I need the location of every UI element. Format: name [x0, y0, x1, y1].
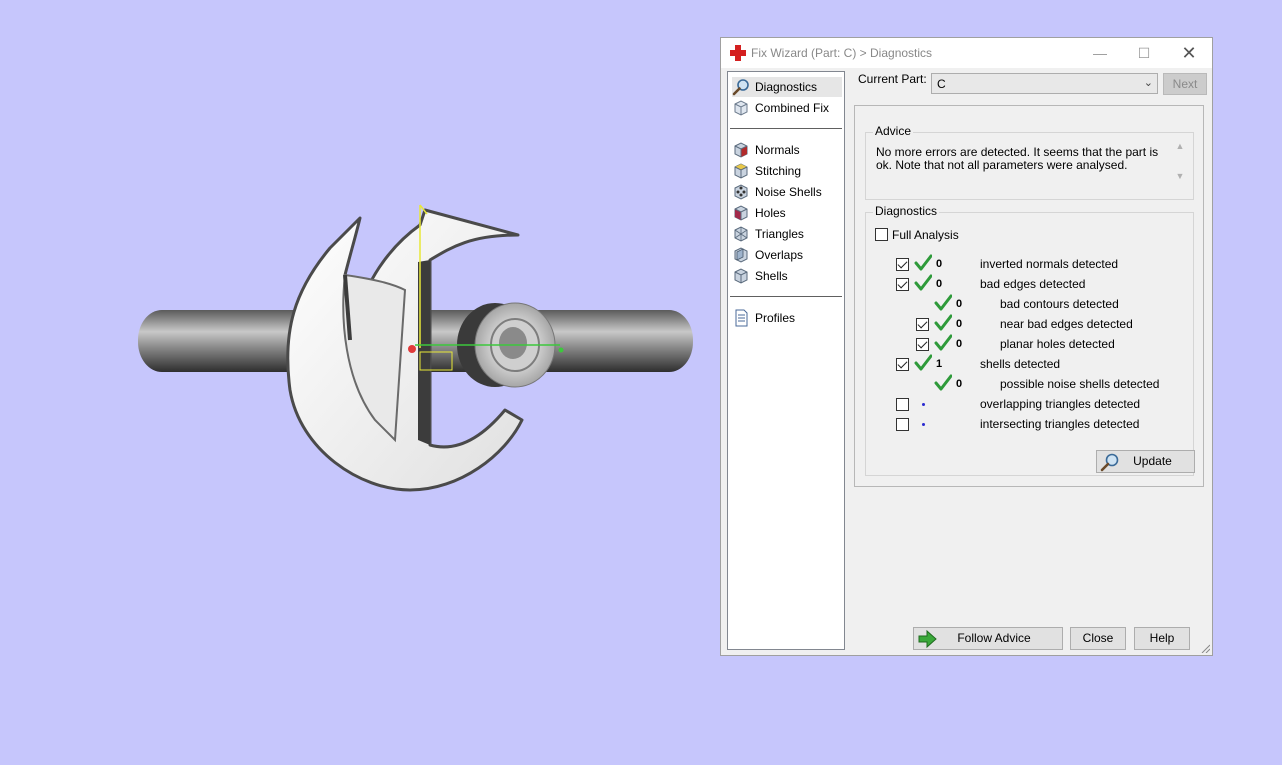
green-check-icon	[914, 354, 932, 371]
sidebar-item-triangles[interactable]: Triangles	[732, 224, 842, 244]
advice-scrollbar[interactable]: ▲ ▼	[1173, 141, 1187, 187]
close-window-button[interactable]: ✕	[1176, 42, 1202, 64]
row-label: bad contours detected	[1000, 297, 1119, 311]
follow-advice-button[interactable]: Follow Advice	[913, 627, 1063, 650]
scroll-up-icon[interactable]: ▲	[1173, 141, 1187, 151]
sidebar-item-holes[interactable]: Holes	[732, 203, 842, 223]
row-count: 0	[956, 338, 963, 350]
sidebar-item-label: Normals	[755, 143, 800, 157]
advice-group: Advice No more errors are detected. It s…	[865, 124, 1194, 200]
sidebar-item-label: Triangles	[755, 227, 804, 241]
next-button[interactable]: Next	[1163, 73, 1207, 95]
row-label: intersecting triangles detected	[980, 417, 1140, 431]
pending-dot-icon	[922, 403, 925, 406]
row-count: 0	[936, 258, 943, 270]
row-count: 0	[936, 278, 943, 290]
current-part-label: Current Part:	[858, 72, 927, 86]
magnifier-icon	[1100, 453, 1119, 472]
row-checkbox-shells[interactable]	[896, 358, 909, 371]
scroll-down-icon[interactable]: ▼	[1173, 171, 1187, 181]
magnifier-icon	[732, 79, 749, 96]
sidebar-divider	[730, 296, 842, 297]
row-count: 0	[956, 298, 963, 310]
advice-text: No more errors are detected. It seems th…	[876, 145, 1159, 172]
3d-viewport[interactable]	[0, 0, 700, 765]
sidebar-item-label: Diagnostics	[755, 80, 818, 94]
sidebar-item-stitching[interactable]: Stitching	[732, 161, 842, 181]
wizard-sidebar: Diagnostics Combined Fix Normals Stitchi…	[727, 71, 845, 650]
document-icon	[735, 309, 748, 327]
sidebar-divider	[730, 128, 842, 129]
diagnostics-title: Diagnostics	[873, 204, 940, 218]
window-title: Fix Wizard (Part: C) > Diagnostics	[751, 46, 933, 60]
advice-title: Advice	[873, 124, 914, 138]
close-button[interactable]: Close	[1070, 627, 1126, 650]
pending-dot-icon	[922, 423, 925, 426]
sidebar-item-diagnostics[interactable]: Diagnostics	[732, 77, 842, 97]
current-part-select[interactable]: C ⌄	[931, 73, 1158, 94]
sidebar-item-overlaps[interactable]: Overlaps	[732, 245, 842, 265]
sidebar-item-normals[interactable]: Normals	[732, 140, 842, 160]
row-label: overlapping triangles detected	[980, 397, 1141, 411]
overlaps-cube-icon	[734, 247, 748, 263]
row-label: bad edges detected	[980, 277, 1086, 291]
row-checkbox-overlapping-triangles[interactable]	[896, 398, 909, 411]
sidebar-item-label: Overlaps	[755, 248, 804, 262]
help-button[interactable]: Help	[1134, 627, 1190, 650]
row-checkbox-near-bad-edges[interactable]	[916, 318, 929, 331]
normals-cube-icon	[734, 142, 748, 158]
chevron-down-icon: ⌄	[1143, 77, 1153, 89]
row-checkbox-planar-holes[interactable]	[916, 338, 929, 351]
update-button[interactable]: Update	[1096, 450, 1195, 473]
green-check-icon	[934, 314, 952, 331]
row-checkbox-intersecting-triangles[interactable]	[896, 418, 909, 431]
current-part-value: C	[937, 77, 946, 91]
row-label: inverted normals detected	[980, 257, 1119, 271]
triangles-cube-icon	[734, 226, 748, 242]
sidebar-item-noise-shells[interactable]: Noise Shells	[732, 182, 842, 202]
row-checkbox-inverted-normals[interactable]	[896, 258, 909, 271]
follow-advice-label: Follow Advice	[957, 631, 1031, 645]
row-checkbox-bad-edges[interactable]	[896, 278, 909, 291]
green-check-icon	[914, 274, 932, 291]
sidebar-item-label: Noise Shells	[755, 185, 822, 199]
red-cross-icon	[730, 45, 746, 61]
sidebar-item-label: Stitching	[755, 164, 802, 178]
row-count: 1	[936, 358, 943, 370]
row-label: near bad edges detected	[1000, 317, 1133, 331]
sidebar-item-profiles[interactable]: Profiles	[732, 308, 842, 328]
holes-cube-icon	[734, 205, 748, 221]
diagnostics-group: Diagnostics Full Analysis 0 inverted nor…	[865, 204, 1195, 476]
cube-icon	[734, 100, 748, 116]
sidebar-item-shells[interactable]: Shells	[732, 266, 842, 286]
row-label: shells detected	[980, 357, 1061, 371]
green-arrow-icon	[918, 629, 937, 649]
sidebar-item-label: Combined Fix	[755, 101, 830, 115]
full-analysis-checkbox[interactable]	[875, 228, 888, 241]
green-check-icon	[934, 374, 952, 391]
stitching-cube-icon	[734, 163, 748, 179]
sidebar-item-combined-fix[interactable]: Combined Fix	[732, 98, 842, 118]
sidebar-item-label: Holes	[755, 206, 786, 220]
sidebar-item-label: Shells	[755, 269, 788, 283]
update-label: Update	[1133, 454, 1172, 468]
shells-cube-icon	[734, 268, 748, 284]
row-count: 0	[956, 318, 963, 330]
row-label: planar holes detected	[1000, 337, 1115, 351]
row-count: 0	[956, 378, 963, 390]
fix-wizard-dialog: Fix Wizard (Part: C) > Diagnostics — ☐ ✕…	[720, 37, 1213, 656]
resize-grip-icon[interactable]	[1200, 643, 1210, 653]
maximize-button[interactable]: ☐	[1131, 42, 1157, 64]
minimize-button[interactable]: —	[1087, 42, 1113, 64]
green-check-icon	[934, 334, 952, 351]
full-analysis-label: Full Analysis	[892, 228, 959, 242]
green-check-icon	[934, 294, 952, 311]
diagnostics-panel: Advice No more errors are detected. It s…	[854, 105, 1204, 487]
noise-shells-icon	[734, 184, 748, 200]
title-bar[interactable]: Fix Wizard (Part: C) > Diagnostics — ☐ ✕	[721, 38, 1212, 68]
row-label: possible noise shells detected	[1000, 377, 1160, 391]
sidebar-item-label: Profiles	[755, 311, 796, 325]
green-check-icon	[914, 254, 932, 271]
